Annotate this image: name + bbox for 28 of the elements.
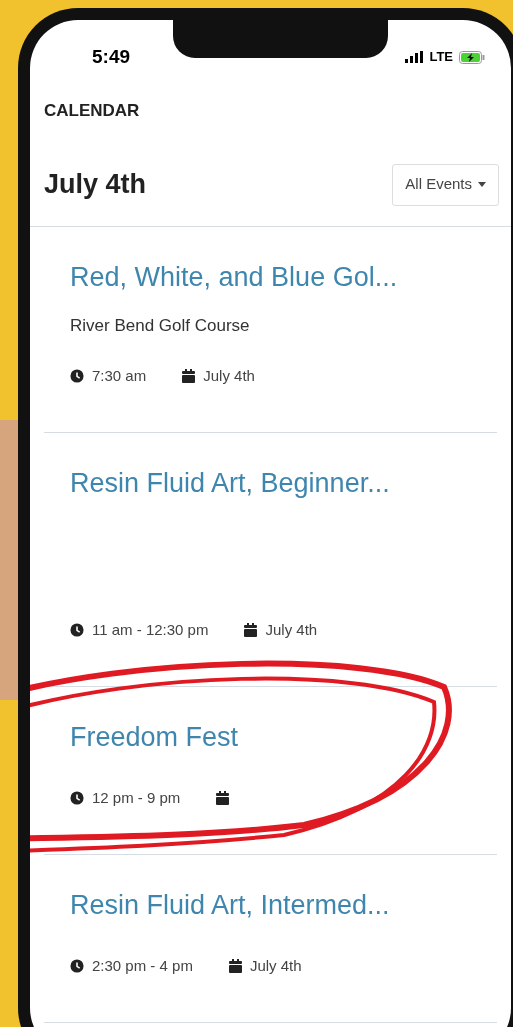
page-header: CALENDAR — [44, 101, 140, 120]
event-date: July 4th — [203, 366, 255, 386]
event-time: 2:30 pm - 4 pm — [92, 956, 193, 976]
battery-charging-icon — [459, 50, 485, 64]
event-title[interactable]: Resin Fluid Art, Beginner... — [70, 462, 471, 503]
clock-icon — [70, 369, 84, 384]
clock-icon — [70, 959, 84, 974]
calendar-icon — [244, 623, 258, 638]
caret-icon — [478, 182, 486, 187]
clock-icon — [70, 623, 84, 638]
event-time: 12 pm - 9 pm — [92, 788, 181, 808]
event-date: July 4th — [265, 620, 318, 640]
event-title[interactable]: Red, White, and Blue Gol... — [70, 256, 471, 297]
calendar-icon — [228, 959, 242, 974]
filter-dropdown[interactable]: All Events — [392, 163, 499, 206]
calendar-icon — [182, 369, 196, 384]
day-heading: July 4th — [44, 168, 147, 202]
clock-icon — [70, 791, 84, 806]
calendar-icon — [216, 791, 230, 806]
event-time: 11 am - 12:30 pm — [92, 620, 209, 640]
event-time: 7:30 am — [92, 366, 147, 386]
event-location: River Bend Golf Course — [70, 315, 251, 337]
signal-icon — [405, 51, 424, 63]
event-title[interactable]: Resin Fluid Art, Intermed... — [70, 884, 471, 925]
event-date: July 4th — [249, 956, 302, 976]
network-label: LTE — [429, 48, 453, 67]
status-time: 5:49 — [92, 44, 131, 69]
event-title[interactable]: Freedom Fest — [70, 716, 471, 757]
